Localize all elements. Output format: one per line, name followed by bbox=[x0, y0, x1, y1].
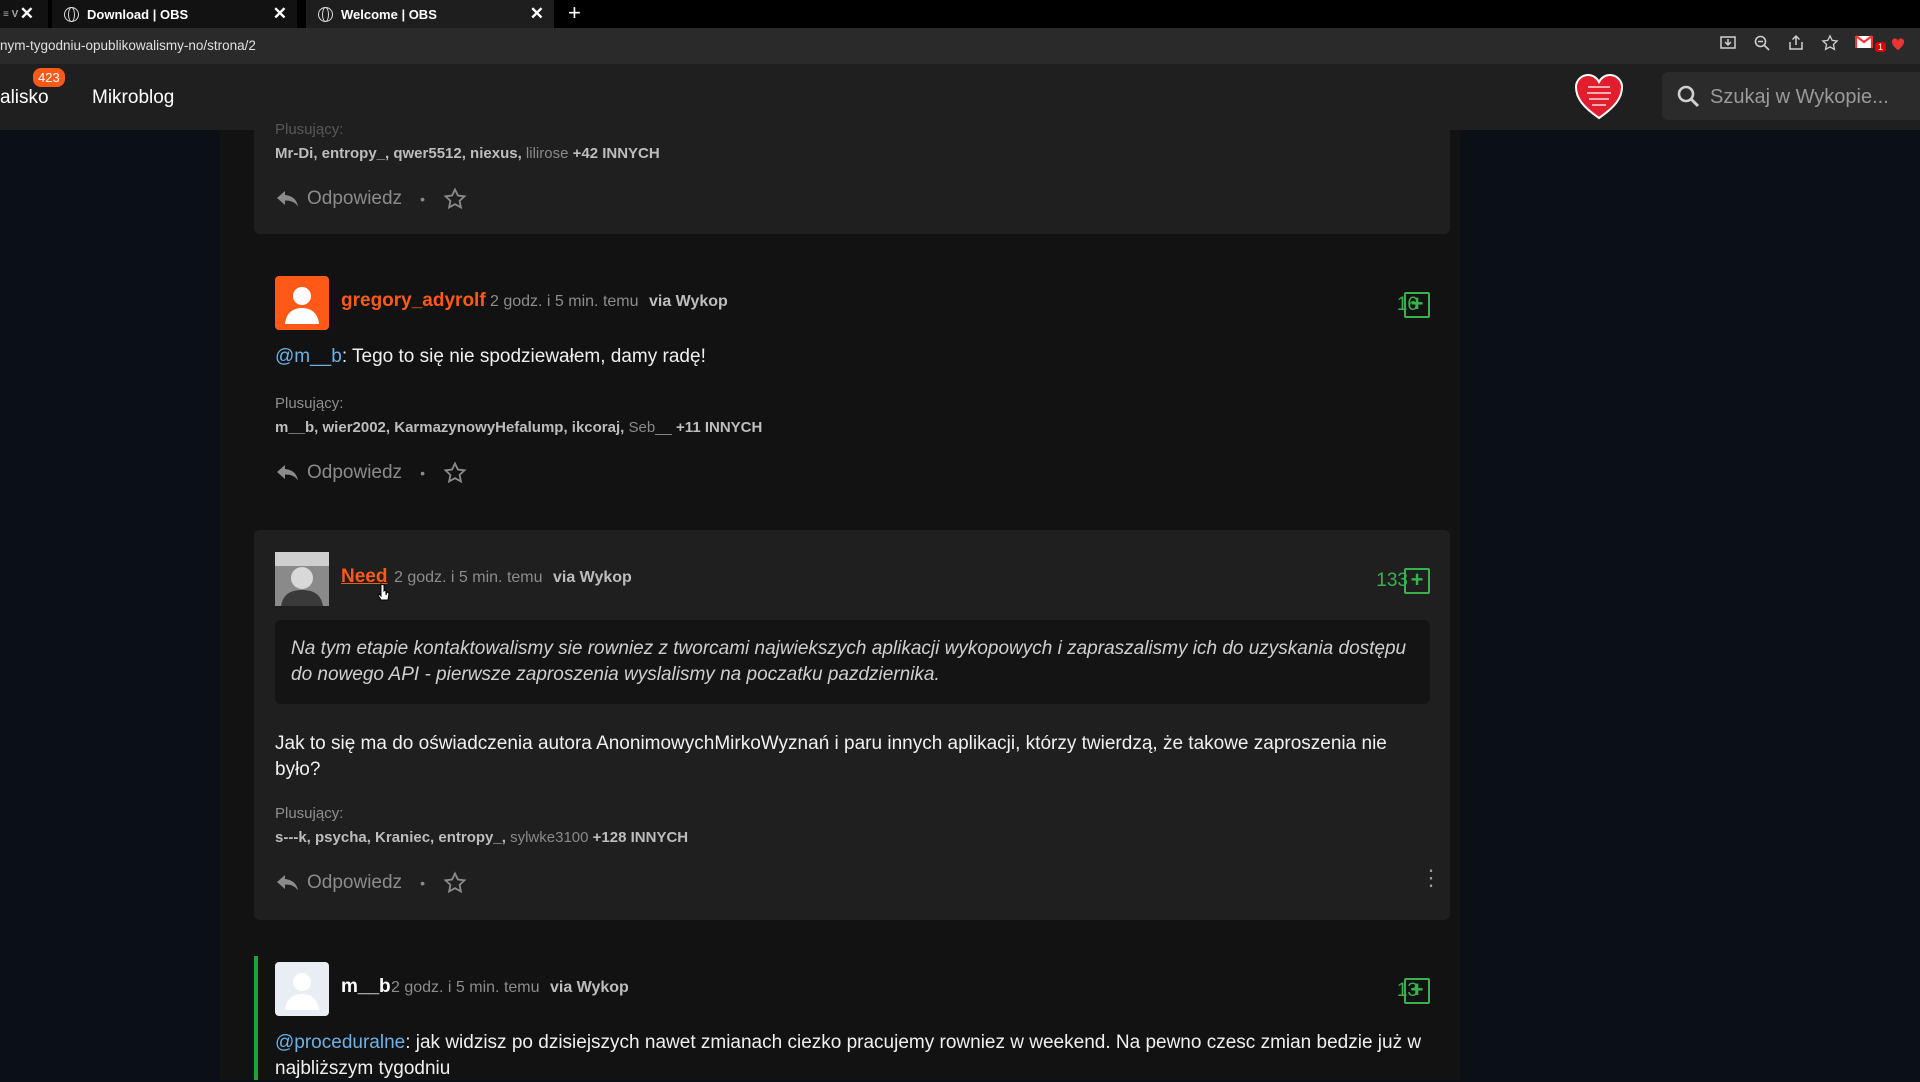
globe-icon bbox=[318, 6, 333, 22]
separator-dot: • bbox=[420, 465, 425, 481]
comment-actions: Odpowiedz • bbox=[275, 461, 467, 485]
comment-body: Jak to się ma do oświadczenia autora Ano… bbox=[275, 733, 1387, 780]
default-avatar-icon bbox=[285, 973, 319, 1010]
reply-icon[interactable] bbox=[275, 873, 299, 893]
gmail-icon[interactable] bbox=[1852, 34, 1876, 58]
zoom-icon[interactable] bbox=[1750, 34, 1774, 58]
browser-tab-strip: ≡ V ✕ Download | OBS ✕ Welcome | OBS ✕ + bbox=[0, 0, 1920, 28]
plusujacy-list: Mr-Di, entropy_, qwer5512, niexus, lilir… bbox=[275, 145, 660, 162]
comment-body: : jak widzisz po dzisiejszych nawet zmia… bbox=[275, 1032, 1422, 1079]
plusujacy-user-muted[interactable]: Seb__ bbox=[629, 419, 672, 436]
user-photo-icon bbox=[275, 552, 329, 606]
share-icon[interactable] bbox=[1784, 34, 1808, 58]
plusujacy-label: Plusujący: bbox=[275, 805, 344, 822]
plusujacy-list: m__b, wier2002, KarmazynowyHefalump, ikc… bbox=[275, 419, 762, 436]
default-avatar-icon bbox=[285, 287, 319, 324]
browser-tab-download-obs[interactable]: Download | OBS ✕ bbox=[52, 0, 297, 28]
plusujacy-label: Plusujący: bbox=[275, 121, 344, 138]
plusujacy-users[interactable]: Mr-Di, entropy_, qwer5512, niexus, bbox=[275, 145, 522, 162]
username[interactable]: gregory_adyrolf bbox=[341, 290, 486, 312]
plusujacy-users[interactable]: s---k, psycha, Kraniec, entropy_, bbox=[275, 829, 506, 846]
mail-badge: 1 bbox=[1874, 42, 1886, 52]
url-text[interactable]: nym-tygodniu-opublikowalismy-no/strona/2 bbox=[0, 38, 256, 53]
tab-title: Welcome | OBS bbox=[341, 6, 437, 22]
upvote-button[interactable]: + bbox=[1404, 978, 1430, 1004]
close-icon[interactable]: ✕ bbox=[20, 4, 34, 24]
nav-wykopalisko[interactable]: alisko bbox=[0, 87, 49, 109]
comment-time[interactable]: 2 godz. i 5 min. temu bbox=[394, 569, 543, 586]
separator-dot: • bbox=[420, 191, 425, 207]
nav-mikroblog[interactable]: Mikroblog bbox=[92, 87, 174, 109]
close-icon[interactable]: ✕ bbox=[273, 4, 287, 24]
comment-body: : Tego to się nie spodziewałem, damy rad… bbox=[341, 346, 706, 367]
reply-icon[interactable] bbox=[275, 189, 299, 209]
comment-text: @proceduralne: jak widzisz po dzisiejszy… bbox=[275, 1030, 1435, 1082]
wosp-heart-icon[interactable] bbox=[1574, 73, 1624, 121]
bookmark-star-icon[interactable] bbox=[1818, 34, 1842, 58]
vote-count: 133 bbox=[1376, 570, 1408, 591]
upvote-button[interactable]: + bbox=[1404, 568, 1430, 594]
reply-button[interactable]: Odpowiedz bbox=[307, 462, 402, 484]
star-icon[interactable] bbox=[443, 461, 467, 485]
mention-link[interactable]: @m__b bbox=[275, 346, 342, 367]
reply-button[interactable]: Odpowiedz bbox=[307, 872, 402, 894]
avatar[interactable] bbox=[275, 276, 329, 330]
tab-title: ≡ V bbox=[3, 8, 19, 20]
comment-via[interactable]: via Wykop bbox=[553, 569, 632, 586]
comment-meta: 2 godz. i 5 min. temu via Wykop bbox=[394, 569, 632, 587]
plusujacy-list: s---k, psycha, Kraniec, entropy_, sylwke… bbox=[275, 829, 688, 846]
mention-link[interactable]: @proceduralne bbox=[275, 1032, 405, 1053]
search-box[interactable] bbox=[1662, 72, 1920, 122]
comment-time[interactable]: 2 godz. i 5 min. temu bbox=[490, 293, 639, 310]
comment-text: @m__b: Tego to się nie spodziewałem, dam… bbox=[275, 344, 706, 370]
comment-card: m__b 2 godz. i 5 min. temu via Wykop 13 … bbox=[254, 940, 1450, 1080]
new-tab-button[interactable]: + bbox=[568, 0, 592, 28]
nav-badge: 423 bbox=[33, 68, 65, 87]
comment-actions: Odpowiedz • bbox=[275, 187, 467, 211]
search-icon bbox=[1677, 85, 1700, 108]
avatar[interactable] bbox=[275, 962, 329, 1016]
plusujacy-user-muted[interactable]: sylwke3100 bbox=[510, 829, 588, 846]
reply-button[interactable]: Odpowiedz bbox=[307, 188, 402, 210]
install-icon[interactable] bbox=[1716, 34, 1740, 58]
comment-card: gregory_adyrolf 2 godz. i 5 min. temu vi… bbox=[254, 256, 1450, 512]
avatar[interactable] bbox=[275, 552, 329, 606]
comment-meta: 2 godz. i 5 min. temu via Wykop bbox=[391, 979, 629, 997]
comment-meta: 2 godz. i 5 min. temu via Wykop bbox=[490, 293, 728, 311]
star-icon[interactable] bbox=[443, 187, 467, 211]
upvote-button[interactable]: + bbox=[1404, 292, 1430, 318]
plusujacy-user-muted[interactable]: lilirose bbox=[526, 145, 569, 162]
search-input[interactable] bbox=[1708, 72, 1920, 122]
plusujacy-more[interactable]: +128 INNYCH bbox=[593, 829, 688, 846]
comment-actions: Odpowiedz • bbox=[275, 871, 467, 895]
tab-title: Download | OBS bbox=[87, 6, 189, 22]
comment-card: Plusujący: Mr-Di, entropy_, qwer5512, ni… bbox=[254, 121, 1450, 234]
username[interactable]: m__b bbox=[341, 976, 391, 998]
comment-via[interactable]: via Wykop bbox=[649, 293, 728, 310]
globe-icon bbox=[64, 6, 79, 22]
browser-tab-welcome-obs[interactable]: Welcome | OBS ✕ bbox=[306, 0, 554, 28]
browser-toolbar-icons bbox=[1716, 34, 1920, 58]
extension-icon[interactable] bbox=[1886, 34, 1910, 58]
star-icon[interactable] bbox=[443, 871, 467, 895]
comment-card: Need 2 godz. i 5 min. temu via Wykop 133… bbox=[254, 530, 1450, 920]
reply-icon[interactable] bbox=[275, 463, 299, 483]
plusujacy-more[interactable]: +11 INNYCH bbox=[676, 419, 762, 436]
address-bar: nym-tygodniu-opublikowalismy-no/strona/2… bbox=[0, 28, 1920, 64]
close-icon[interactable]: ✕ bbox=[530, 4, 544, 24]
plusujacy-more[interactable]: +42 INNYCH bbox=[573, 145, 660, 162]
comment-time[interactable]: 2 godz. i 5 min. temu bbox=[391, 979, 540, 996]
comment-via[interactable]: via Wykop bbox=[550, 979, 629, 996]
separator-dot: • bbox=[420, 875, 425, 891]
plusujacy-label: Plusujący: bbox=[275, 395, 344, 412]
mouse-pointer-icon bbox=[377, 583, 390, 601]
plusujacy-users[interactable]: m__b, wier2002, KarmazynowyHefalump, ikc… bbox=[275, 419, 624, 436]
more-options-icon[interactable]: ⋮ bbox=[1420, 867, 1442, 889]
quoted-text: Na tym etapie kontaktowalismy sie rownie… bbox=[275, 620, 1430, 704]
browser-tab-partial[interactable]: ≡ V ✕ bbox=[0, 0, 48, 28]
